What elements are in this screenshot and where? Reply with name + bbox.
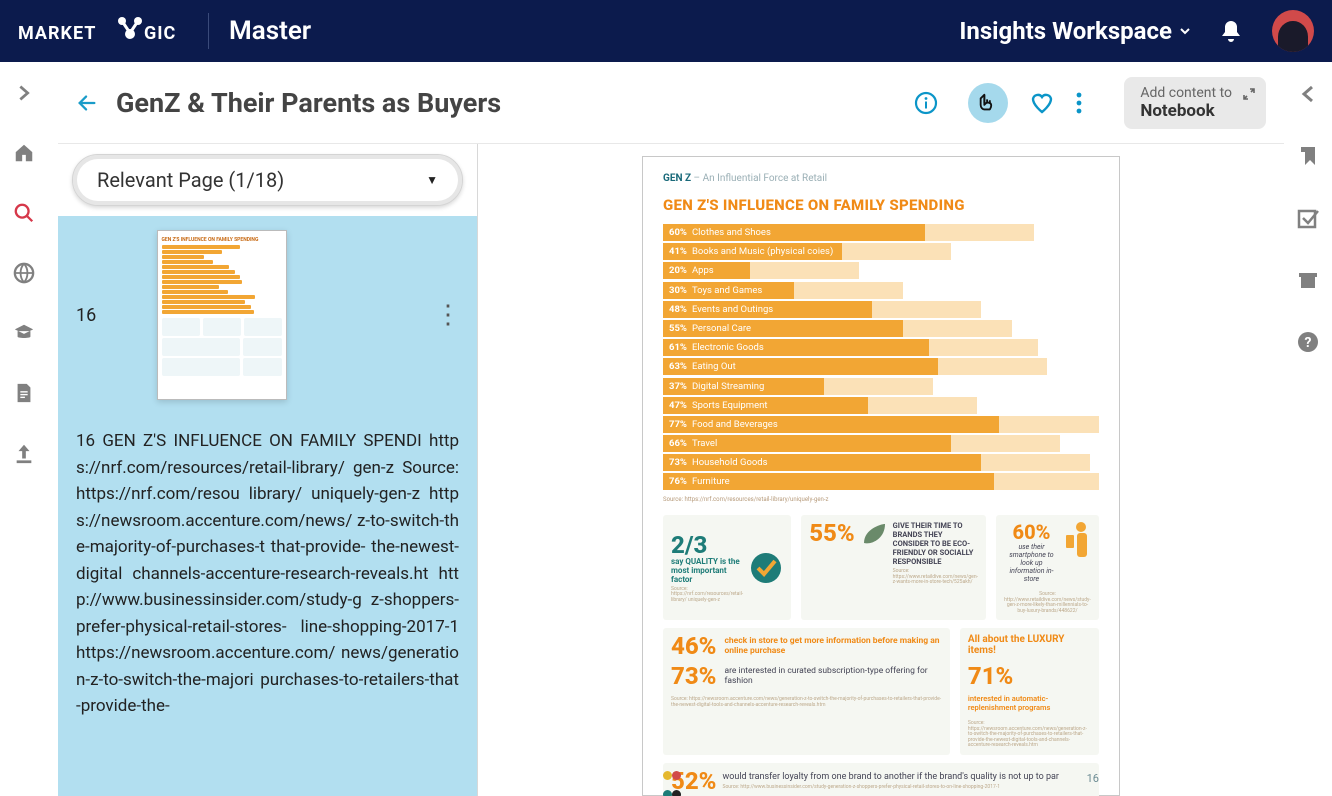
notifications-button[interactable] xyxy=(1220,19,1242,43)
bar-row: 76%Furniture xyxy=(663,473,1099,490)
page-header: GenZ & Their Parents as Buyers Add conte… xyxy=(58,62,1284,144)
svg-text:?: ? xyxy=(1305,335,1312,351)
bar-chart: 60%Clothes and Shoes 41%Books and Music (… xyxy=(663,224,1099,490)
bar-row: 20%Apps xyxy=(663,262,1099,279)
bar-row: 61%Electronic Goods xyxy=(663,339,1099,356)
add-content-text2: Notebook xyxy=(1140,101,1232,121)
brand-logo-icon: MARKET GIC xyxy=(18,15,188,47)
checklist-icon[interactable] xyxy=(1296,206,1320,230)
bell-icon xyxy=(1220,19,1242,43)
chart-source: Source: https://nrf.com/resources/retail… xyxy=(663,496,1099,503)
workspace-dropdown[interactable]: Insights Workspace xyxy=(959,17,1190,45)
caret-down-icon xyxy=(1180,26,1190,36)
heart-icon xyxy=(1030,91,1054,115)
pages-pane: Relevant Page (1/18) ▼ 16 GEN Z'S INFLUE… xyxy=(58,144,478,796)
document-viewer[interactable]: GEN Z – An Influential Force at Retail G… xyxy=(478,144,1284,796)
left-sidebar xyxy=(0,62,48,796)
workspace-label: Insights Workspace xyxy=(959,17,1172,45)
brand[interactable]: MARKET GIC xyxy=(18,15,188,47)
favorite-button[interactable] xyxy=(1030,91,1054,115)
more-actions-button[interactable] xyxy=(1076,92,1082,114)
info-button[interactable] xyxy=(906,83,946,123)
add-content-text1: Add content to xyxy=(1140,85,1232,101)
globe-icon[interactable] xyxy=(13,262,35,284)
upload-icon[interactable] xyxy=(13,442,35,464)
back-button[interactable] xyxy=(76,92,98,114)
bar-row: 77%Food and Beverages xyxy=(663,416,1099,433)
stat-subscription: 46% check in store to get more informati… xyxy=(663,628,950,755)
page-brand-icon xyxy=(663,765,685,787)
page-thumbnail-row[interactable]: 16 GEN Z'S INFLUENCE ON FAMILY SPENDING xyxy=(76,230,459,400)
bar-row: 48%Events and Outings xyxy=(663,301,1099,318)
page-filter-dropdown[interactable]: Relevant Page (1/18) ▼ xyxy=(72,154,463,206)
bar-row: 66%Travel xyxy=(663,435,1099,452)
phone-person-icon xyxy=(1063,521,1091,563)
help-icon[interactable]: ? xyxy=(1296,330,1320,354)
bookmark-icon[interactable] xyxy=(1296,144,1320,168)
bar-row: 47%Sports Equipment xyxy=(663,397,1099,414)
document-page: GEN Z – An Influential Force at Retail G… xyxy=(642,156,1120,796)
info-icon xyxy=(914,91,938,115)
app-mode-label[interactable]: Master xyxy=(229,16,311,46)
chart-title: GEN Z'S INFLUENCE ON FAMILY SPENDING xyxy=(663,196,1099,214)
collapse-right-button[interactable] xyxy=(1296,82,1320,106)
page-banner: GEN Z – An Influential Force at Retail xyxy=(663,173,1099,184)
home-icon[interactable] xyxy=(13,142,35,164)
thumbnail-more-button[interactable]: ⋮ xyxy=(435,312,459,318)
caret-down-icon: ▼ xyxy=(426,173,438,187)
pointer-button[interactable] xyxy=(968,83,1008,123)
right-sidebar: ? xyxy=(1284,62,1332,796)
stat-smartphone: 60% use their smartphone to look up info… xyxy=(996,515,1099,620)
kebab-icon xyxy=(1076,92,1082,114)
search-icon[interactable] xyxy=(13,202,35,224)
bar-row: 30%Toys and Games xyxy=(663,282,1099,299)
pointer-icon xyxy=(977,92,999,114)
stat-quality: 2/3 say QUALITY is the most important fa… xyxy=(663,515,791,620)
stat-luxury: All about the LUXURY items! 71% interest… xyxy=(960,628,1099,755)
page-number-label: 16 xyxy=(1087,772,1099,785)
page-thumbnail[interactable]: GEN Z'S INFLUENCE ON FAMILY SPENDING xyxy=(157,230,287,400)
dropdown-label: Relevant Page (1/18) xyxy=(97,168,284,192)
brand-divider xyxy=(208,13,209,49)
document-icon[interactable] xyxy=(13,382,35,404)
leaf-icon xyxy=(861,521,887,614)
expand-sidebar-button[interactable] xyxy=(13,82,35,104)
page-text-excerpt: 16 GEN Z'S INFLUENCE ON FAMILY SPENDI ht… xyxy=(76,428,459,720)
bar-row: 37%Digital Streaming xyxy=(663,378,1099,395)
avatar-icon xyxy=(1278,21,1307,53)
bar-row: 63%Eating Out xyxy=(663,358,1099,375)
svg-text:GIC: GIC xyxy=(144,23,176,44)
svg-text:MARKET: MARKET xyxy=(18,23,96,44)
page-title: GenZ & Their Parents as Buyers xyxy=(116,87,906,119)
education-icon[interactable] xyxy=(13,322,35,344)
thumbnail-page-number: 16 xyxy=(76,305,100,326)
archive-icon[interactable] xyxy=(1296,268,1320,292)
user-avatar[interactable] xyxy=(1272,10,1314,52)
bar-row: 60%Clothes and Shoes xyxy=(663,224,1099,241)
top-bar: MARKET GIC Master Insights Workspace xyxy=(0,0,1332,62)
bar-row: 73%Household Goods xyxy=(663,454,1099,471)
stat-loyalty: 52% would transfer loyalty from one bran… xyxy=(663,763,1099,796)
checkmark-icon xyxy=(749,551,783,585)
add-to-notebook-button[interactable]: Add content to Notebook xyxy=(1124,77,1266,129)
expand-icon xyxy=(1242,87,1256,101)
stat-eco: 55% GIVE THEIR TIME TO BRANDS THEY CONSI… xyxy=(801,515,986,620)
bar-row: 41%Books and Music (physical coies) xyxy=(663,243,1099,260)
bar-row: 55%Personal Care xyxy=(663,320,1099,337)
